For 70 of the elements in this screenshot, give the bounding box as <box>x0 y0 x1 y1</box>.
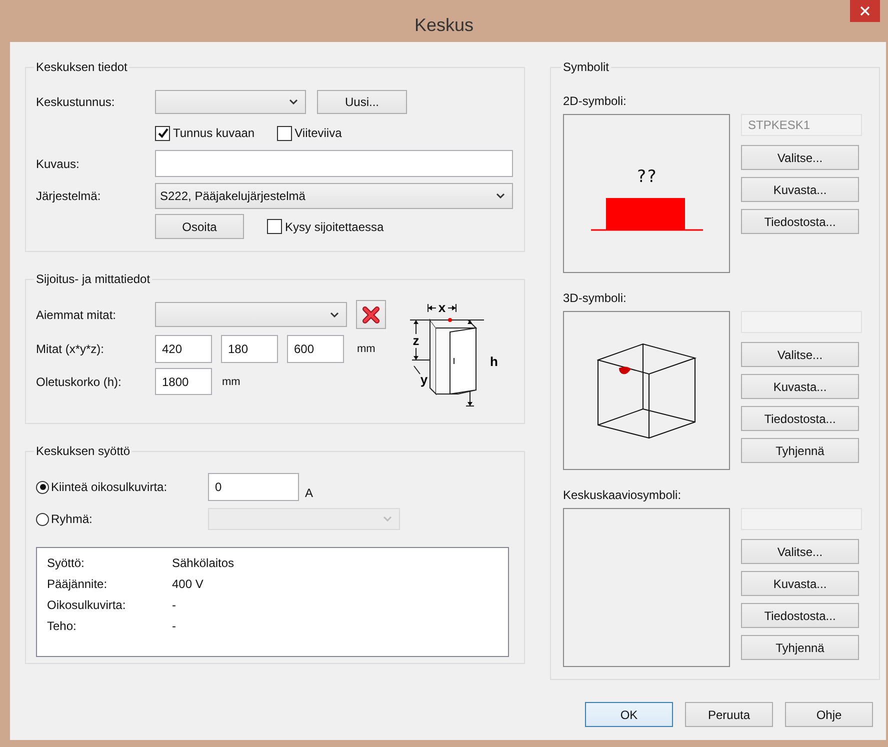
field-label: Kuvaus: <box>36 156 80 170</box>
field-label: Aiemmat mitat: <box>36 308 118 322</box>
group-title: Keskuksen tiedot <box>35 60 128 74</box>
dialog-button[interactable]: OK <box>585 702 673 727</box>
checkbox-label: Kysy sijoitettaessa <box>285 220 384 234</box>
symbol-button[interactable]: Kuvasta... <box>741 374 859 399</box>
symbol-button[interactable]: Valitse... <box>741 342 859 367</box>
system-dropdown[interactable]: S222, Pääjakelujärjestelmä <box>155 183 513 209</box>
dialog-button[interactable]: Ohje <box>785 702 873 727</box>
symbol-button[interactable]: Tyhjennä <box>741 635 859 660</box>
checkbox[interactable] <box>267 219 282 234</box>
height-field[interactable]: 1800 <box>155 368 212 395</box>
close-button[interactable] <box>850 0 880 22</box>
info-value: - <box>172 598 176 612</box>
checkbox[interactable] <box>276 126 292 140</box>
dimension-field[interactable]: 180 <box>221 335 278 363</box>
dimension-field[interactable]: 420 <box>155 335 212 363</box>
dialog-button[interactable]: Peruuta <box>685 702 773 727</box>
info-value: 400 V <box>172 576 204 590</box>
checkbox-label: Tunnus kuvaan <box>173 126 255 140</box>
dimension-label: x <box>438 300 446 315</box>
field-label: Järjestelmä: <box>36 189 102 203</box>
dimension-field[interactable]: 600 <box>287 335 344 363</box>
dimension-label: y <box>420 372 428 387</box>
unit-label: mm <box>222 376 240 388</box>
unit-label: mm <box>357 343 376 355</box>
dimension-label: h <box>490 354 498 369</box>
symbol-label: Keskuskaaviosymboli: <box>563 488 682 502</box>
chevron-icon <box>496 193 505 199</box>
point-button[interactable]: Osoita <box>155 214 244 239</box>
symbol-button[interactable]: Tiedostosta... <box>741 603 859 628</box>
field-label: Keskustunnus: <box>36 95 116 109</box>
info-value: Sähkölaitos <box>172 556 234 570</box>
window-title: Keskus <box>414 14 474 36</box>
symbol-label: 2D-symboli: <box>563 94 628 108</box>
delete-icon <box>362 306 380 324</box>
symbol-button[interactable]: Tiedostosta... <box>741 209 859 234</box>
info-label: Oikosulkuvirta: <box>47 598 127 612</box>
delete-button[interactable] <box>356 300 386 329</box>
group-title: Sijoitus- ja mittatiedot <box>35 272 152 286</box>
new-button[interactable]: Uusi... <box>317 90 407 114</box>
description-field[interactable] <box>155 150 513 177</box>
info-label: Pääjännite: <box>47 576 108 590</box>
radio-label: Kiinteä oikosulkuvirta: <box>51 480 168 494</box>
checkbox[interactable] <box>155 126 170 140</box>
symbol-button[interactable]: Valitse... <box>741 539 859 564</box>
checkbox-label: Viiteviiva <box>294 126 342 140</box>
radio-label: Ryhmä: <box>51 512 94 526</box>
field-label: Oletuskorko (h): <box>36 374 122 388</box>
info-value: - <box>172 618 176 632</box>
info-label: Syöttö: <box>47 556 86 570</box>
chevron-icon <box>289 99 298 105</box>
symbol-button[interactable]: Kuvasta... <box>741 571 859 596</box>
close-icon <box>860 6 870 16</box>
field-label: Mitat (x*y*z): <box>36 342 106 356</box>
symbol-label: 3D-symboli: <box>563 291 628 305</box>
info-label: Teho: <box>47 618 78 632</box>
chevron-icon <box>383 516 392 522</box>
group-title: Symbolit <box>562 60 610 74</box>
chevron-icon <box>330 312 339 318</box>
symbol-button[interactable]: Kuvasta... <box>741 177 859 202</box>
symbol-button[interactable]: Valitse... <box>741 145 859 170</box>
symbol-button[interactable]: Tiedostosta... <box>741 406 859 431</box>
preview-text: ?? <box>636 166 657 186</box>
group-title: Keskuksen syöttö <box>35 444 132 458</box>
unit-label: A <box>305 486 314 500</box>
current-field[interactable]: 0 <box>208 473 299 501</box>
dimension-label: z <box>412 333 420 348</box>
radio-button[interactable] <box>36 480 49 494</box>
symbol-button[interactable]: Tyhjennä <box>741 438 859 463</box>
